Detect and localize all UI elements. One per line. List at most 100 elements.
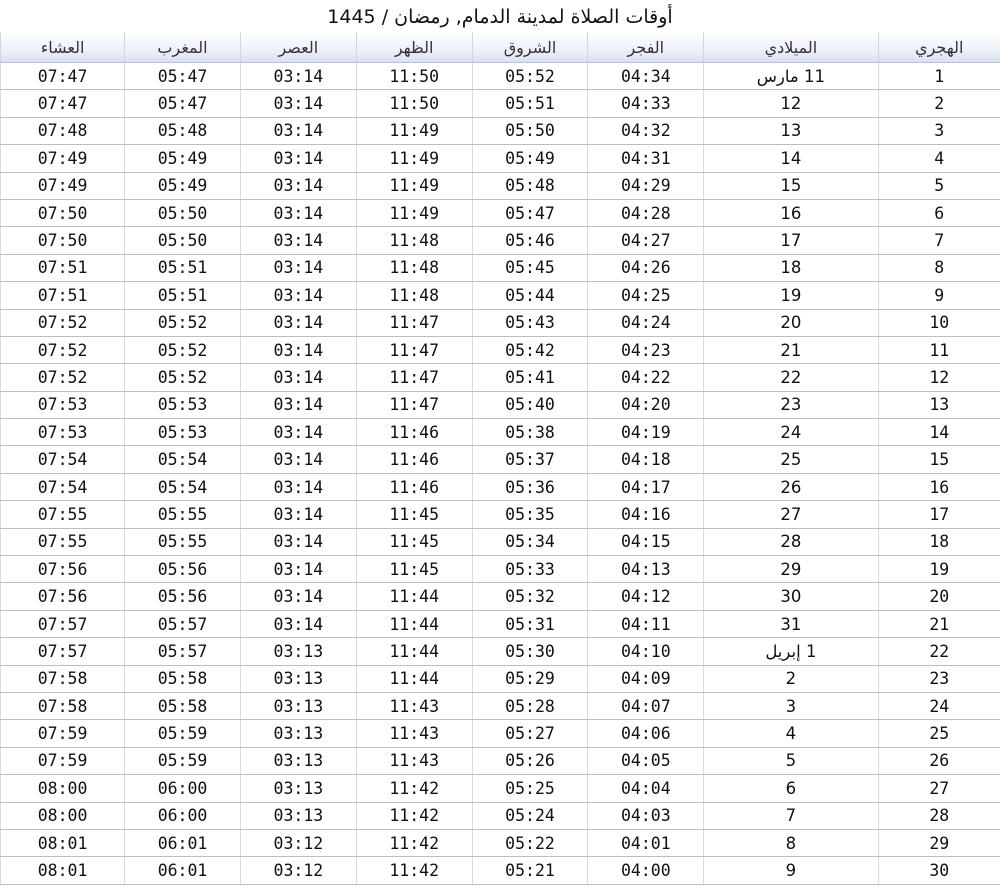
- cell-fajr: 04:34: [587, 62, 704, 91]
- column-header-isha[interactable]: العشاء: [0, 32, 125, 63]
- cell-dhuhr: 11:50: [355, 62, 473, 91]
- cell-maghrib: 05:49: [124, 144, 241, 173]
- cell-sunrise: 05:50: [471, 117, 588, 146]
- cell-hijri: 7: [877, 226, 1000, 255]
- table-row: 30 9 04:00 05:21 11:42 03:12 06:01 08:01: [0, 856, 1000, 885]
- column-header-fajr[interactable]: الفجر: [587, 32, 704, 63]
- column-header-asr[interactable]: العصر: [239, 32, 357, 63]
- cell-asr: 03:14: [239, 199, 357, 228]
- table-row: 7 17 04:27 05:46 11:48 03:14 05:50 07:50: [0, 226, 1000, 255]
- cell-asr: 03:14: [239, 226, 357, 255]
- cell-asr: 03:13: [239, 802, 357, 830]
- cell-maghrib: 05:55: [124, 528, 241, 557]
- table-row: 15 25 04:18 05:37 11:46 03:14 05:54 07:54: [0, 445, 1000, 474]
- cell-isha: 07:59: [0, 719, 125, 748]
- cell-sunrise: 05:49: [471, 144, 588, 173]
- cell-maghrib: 05:58: [124, 692, 241, 721]
- table-row: 20 30 04:12 05:32 11:44 03:14 05:56 07:56: [0, 582, 1000, 611]
- cell-sunrise: 05:35: [471, 500, 588, 529]
- cell-gregorian: 25: [703, 445, 879, 474]
- cell-hijri: 27: [877, 774, 1000, 803]
- column-header-dhuhr[interactable]: الظهر: [355, 32, 473, 63]
- cell-asr: 03:13: [239, 637, 357, 666]
- cell-isha: 07:50: [0, 199, 125, 228]
- column-header-gregorian[interactable]: الميلادي: [703, 32, 879, 63]
- cell-asr: 03:14: [239, 172, 357, 200]
- cell-dhuhr: 11:47: [355, 363, 473, 392]
- cell-sunrise: 05:32: [471, 582, 588, 611]
- cell-hijri: 23: [877, 665, 1000, 693]
- cell-sunrise: 05:27: [471, 719, 588, 748]
- cell-dhuhr: 11:44: [355, 610, 473, 639]
- cell-asr: 03:13: [239, 747, 357, 776]
- cell-gregorian: 3: [703, 692, 879, 721]
- table-row: 17 27 04:16 05:35 11:45 03:14 05:55 07:55: [0, 500, 1000, 529]
- cell-dhuhr: 11:42: [355, 802, 473, 830]
- table-row: 14 24 04:19 05:38 11:46 03:14 05:53 07:53: [0, 418, 1000, 447]
- cell-isha: 08:01: [0, 829, 125, 858]
- table-row: 25 4 04:06 05:27 11:43 03:13 05:59 07:59: [0, 719, 1000, 748]
- cell-maghrib: 05:51: [124, 254, 241, 283]
- cell-sunrise: 05:47: [471, 199, 588, 228]
- page-title: أوقات الصلاة لمدينة الدمام, رمضان / 1445: [327, 6, 673, 28]
- cell-sunrise: 05:25: [471, 774, 588, 803]
- cell-sunrise: 05:30: [471, 637, 588, 666]
- cell-gregorian: 13: [703, 117, 879, 146]
- cell-sunrise: 05:48: [471, 172, 588, 200]
- cell-fajr: 04:16: [587, 500, 704, 529]
- cell-fajr: 04:00: [587, 856, 704, 885]
- cell-maghrib: 05:53: [124, 391, 241, 420]
- cell-gregorian: 30: [703, 582, 879, 611]
- cell-dhuhr: 11:45: [355, 555, 473, 584]
- cell-hijri: 17: [877, 500, 1000, 529]
- cell-dhuhr: 11:48: [355, 254, 473, 283]
- cell-fajr: 04:11: [587, 610, 704, 639]
- table-row: 23 2 04:09 05:29 11:44 03:13 05:58 07:58: [0, 665, 1000, 693]
- cell-maghrib: 05:56: [124, 555, 241, 584]
- cell-asr: 03:14: [239, 281, 357, 310]
- cell-asr: 03:14: [239, 391, 357, 420]
- cell-maghrib: 06:00: [124, 774, 241, 803]
- cell-dhuhr: 11:46: [355, 473, 473, 502]
- cell-dhuhr: 11:43: [355, 692, 473, 721]
- cell-hijri: 26: [877, 747, 1000, 776]
- cell-fajr: 04:01: [587, 829, 704, 858]
- cell-hijri: 18: [877, 528, 1000, 557]
- cell-hijri: 21: [877, 610, 1000, 639]
- cell-asr: 03:12: [239, 829, 357, 858]
- cell-isha: 07:50: [0, 226, 125, 255]
- cell-gregorian: 29: [703, 555, 879, 584]
- cell-sunrise: 05:42: [471, 336, 588, 365]
- cell-gregorian: 19: [703, 281, 879, 310]
- cell-asr: 03:13: [239, 665, 357, 693]
- cell-hijri: 28: [877, 802, 1000, 830]
- cell-isha: 07:57: [0, 610, 125, 639]
- cell-dhuhr: 11:42: [355, 829, 473, 858]
- cell-dhuhr: 11:42: [355, 856, 473, 885]
- table-row: 29 8 04:01 05:22 11:42 03:12 06:01 08:01: [0, 829, 1000, 858]
- prayer-times-table: الهجري الميلادي الفجر الشروق الظهر العصر…: [0, 32, 1000, 885]
- column-header-sunrise[interactable]: الشروق: [471, 32, 588, 63]
- cell-fajr: 04:27: [587, 226, 704, 255]
- cell-sunrise: 05:26: [471, 747, 588, 776]
- cell-isha: 07:52: [0, 336, 125, 365]
- table-row: 21 31 04:11 05:31 11:44 03:14 05:57 07:57: [0, 610, 1000, 639]
- column-header-maghrib[interactable]: المغرب: [124, 32, 241, 63]
- cell-maghrib: 05:57: [124, 610, 241, 639]
- cell-asr: 03:13: [239, 774, 357, 803]
- cell-gregorian: 14: [703, 144, 879, 173]
- cell-maghrib: 05:54: [124, 445, 241, 474]
- cell-isha: 07:49: [0, 144, 125, 173]
- table-row: 28 7 04:03 05:24 11:42 03:13 06:00 08:00: [0, 802, 1000, 830]
- cell-gregorian: 20: [703, 309, 879, 337]
- cell-asr: 03:14: [239, 445, 357, 474]
- cell-isha: 07:53: [0, 391, 125, 420]
- cell-fajr: 04:04: [587, 774, 704, 803]
- cell-hijri: 6: [877, 199, 1000, 228]
- cell-maghrib: 05:51: [124, 281, 241, 310]
- cell-fajr: 04:24: [587, 309, 704, 337]
- cell-sunrise: 05:37: [471, 445, 588, 474]
- cell-isha: 07:51: [0, 254, 125, 283]
- column-header-hijri[interactable]: الهجري: [877, 32, 1000, 63]
- cell-isha: 08:01: [0, 856, 125, 885]
